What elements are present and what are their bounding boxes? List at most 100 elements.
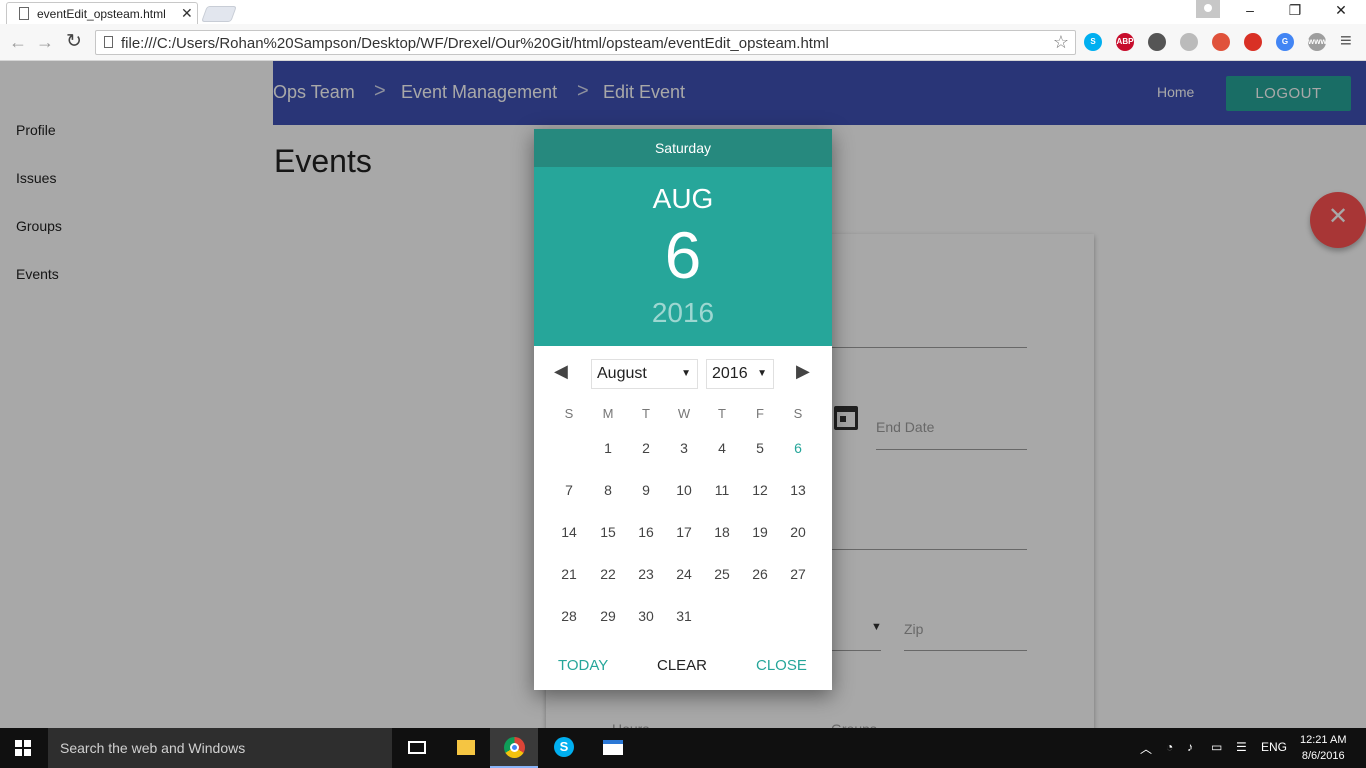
record-ext-icon[interactable] [1244,33,1262,51]
file-explorer-icon[interactable] [441,728,489,768]
profile-icon[interactable] [1196,0,1220,18]
calendar-day[interactable]: 14 [554,524,584,540]
refresh-ext-icon[interactable] [1180,33,1198,51]
battery-icon[interactable]: ▭ [1211,740,1222,754]
taskbar-search-placeholder: Search the web and Windows [60,740,246,756]
calendar-day[interactable]: 9 [631,482,661,498]
calendar-day[interactable]: 27 [783,566,813,582]
browser-title-bar: eventEdit_opsteam.html ✕ – ❐ ✕ [0,0,1366,24]
calendar-day[interactable]: 12 [745,482,775,498]
menu-icon[interactable]: ≡ [1340,30,1352,53]
calendar-day[interactable]: 2 [631,440,661,456]
translate-icon[interactable]: G [1276,33,1294,51]
calendar-day[interactable]: 24 [669,566,699,582]
reload-icon[interactable]: ↻ [66,30,82,53]
calendar-day[interactable]: 30 [631,608,661,624]
weekday-header: S [564,406,574,421]
calendar-day[interactable]: 29 [593,608,623,624]
calendar-day[interactable]: 22 [593,566,623,582]
calendar-day[interactable]: 16 [631,524,661,540]
month-select-value: August [597,365,647,382]
calendar-day[interactable]: 1 [593,440,623,456]
calendar-day[interactable]: 25 [707,566,737,582]
year-select-value: 2016 [712,365,748,382]
prev-month-icon[interactable]: ◀ [554,361,568,382]
weekday-header: M [602,406,614,421]
tab-close-icon[interactable]: ✕ [181,5,193,22]
adblock-icon[interactable]: ABP [1116,33,1134,51]
taskbar-clock[interactable]: 12:21 AM 8/6/2016 [1300,732,1346,764]
calendar-day[interactable]: 26 [745,566,775,582]
calendar-day[interactable]: 7 [554,482,584,498]
clock-date: 8/6/2016 [1301,750,1345,762]
calendar-day[interactable]: 28 [554,608,584,624]
address-bar[interactable]: file:///C:/Users/Rohan%20Sampson/Desktop… [95,30,1076,55]
calendar-day[interactable]: 15 [593,524,623,540]
weekday-header: T [642,406,650,421]
windows-taskbar: Search the web and Windows S ︿ ◔ ♪ ▭ ☰ E… [0,728,1366,768]
calendar-day[interactable]: 21 [554,566,584,582]
clear-button[interactable]: CLEAR [657,657,707,674]
forward-icon[interactable]: → [36,32,54,53]
weekday-header: F [756,406,764,421]
show-hidden-icons[interactable]: ︿ [1140,740,1152,757]
windows-start-icon[interactable] [15,740,31,756]
www-ext-icon[interactable]: www [1308,33,1327,51]
calendar-day[interactable]: 13 [783,482,813,498]
calendar-day[interactable]: 19 [745,524,775,540]
dropdown-arrow-icon: ▼ [757,368,767,379]
today-button[interactable]: TODAY [558,657,608,674]
language-indicator[interactable]: ENG [1261,740,1287,754]
page-icon [19,7,29,20]
calendar-day[interactable]: 11 [707,482,737,498]
year-select[interactable]: 2016 ▼ [706,359,774,389]
picker-header: AUG 6 2016 [534,167,832,346]
month-select[interactable]: August ▼ [591,359,698,389]
picker-weekday: Saturday [534,129,832,167]
calendar-day[interactable]: 3 [669,440,699,456]
browser-toolbar: ← → ↻ file:///C:/Users/Rohan%20Sampson/D… [0,24,1366,61]
back-icon[interactable]: ← [9,32,27,53]
browser-tab[interactable]: eventEdit_opsteam.html ✕ [6,2,198,24]
maximize-button[interactable]: ❐ [1275,2,1315,19]
picker-year: 2016 [651,297,715,328]
close-button[interactable]: CLOSE [756,657,807,674]
calendar-day[interactable]: 10 [669,482,699,498]
skype-icon[interactable]: S [1084,33,1102,51]
calendar-day[interactable]: 31 [669,608,699,624]
minimize-button[interactable]: – [1230,2,1270,18]
calendar-day[interactable]: 5 [745,440,775,456]
weekday-header: T [718,406,726,421]
date-picker-dialog: Saturday AUG 6 2016 ◀ August ▼ 2016 ▼ ▶ … [534,129,832,690]
bookmark-star-icon[interactable]: ☆ [1053,32,1069,53]
page-icon [104,36,113,48]
picker-day: 6 [664,218,702,292]
next-month-icon[interactable]: ▶ [796,361,810,382]
calendar-day[interactable]: 4 [707,440,737,456]
bulb-icon[interactable] [1148,33,1166,51]
block-ext-icon[interactable] [1212,33,1230,51]
weekday-header: S [793,406,803,421]
app-taskbar-icon[interactable] [588,728,636,768]
clock-time: 12:21 AM [1300,734,1347,746]
volume-icon[interactable]: ♪ [1187,740,1193,754]
task-view-icon[interactable] [392,728,440,768]
url-text[interactable]: file:///C:/Users/Rohan%20Sampson/Desktop… [121,35,829,52]
weekday-header: W [677,406,691,421]
wifi-icon[interactable]: ◔ [1166,740,1173,754]
notifications-icon[interactable]: ☰ [1236,740,1247,754]
calendar-day[interactable]: 17 [669,524,699,540]
new-tab-button[interactable] [201,6,237,22]
taskbar-search-box[interactable]: Search the web and Windows [48,728,392,768]
calendar-day[interactable]: 18 [707,524,737,540]
skype-taskbar-icon[interactable]: S [539,728,587,768]
chrome-taskbar-icon[interactable] [490,728,538,768]
calendar-day[interactable]: 20 [783,524,813,540]
calendar-day[interactable]: 23 [631,566,661,582]
tab-title: eventEdit_opsteam.html [37,7,166,21]
close-window-button[interactable]: ✕ [1321,2,1361,19]
calendar-day[interactable]: 8 [593,482,623,498]
calendar-day[interactable]: 6 [783,440,813,456]
dropdown-arrow-icon: ▼ [681,368,691,379]
picker-month: AUG [652,183,714,214]
